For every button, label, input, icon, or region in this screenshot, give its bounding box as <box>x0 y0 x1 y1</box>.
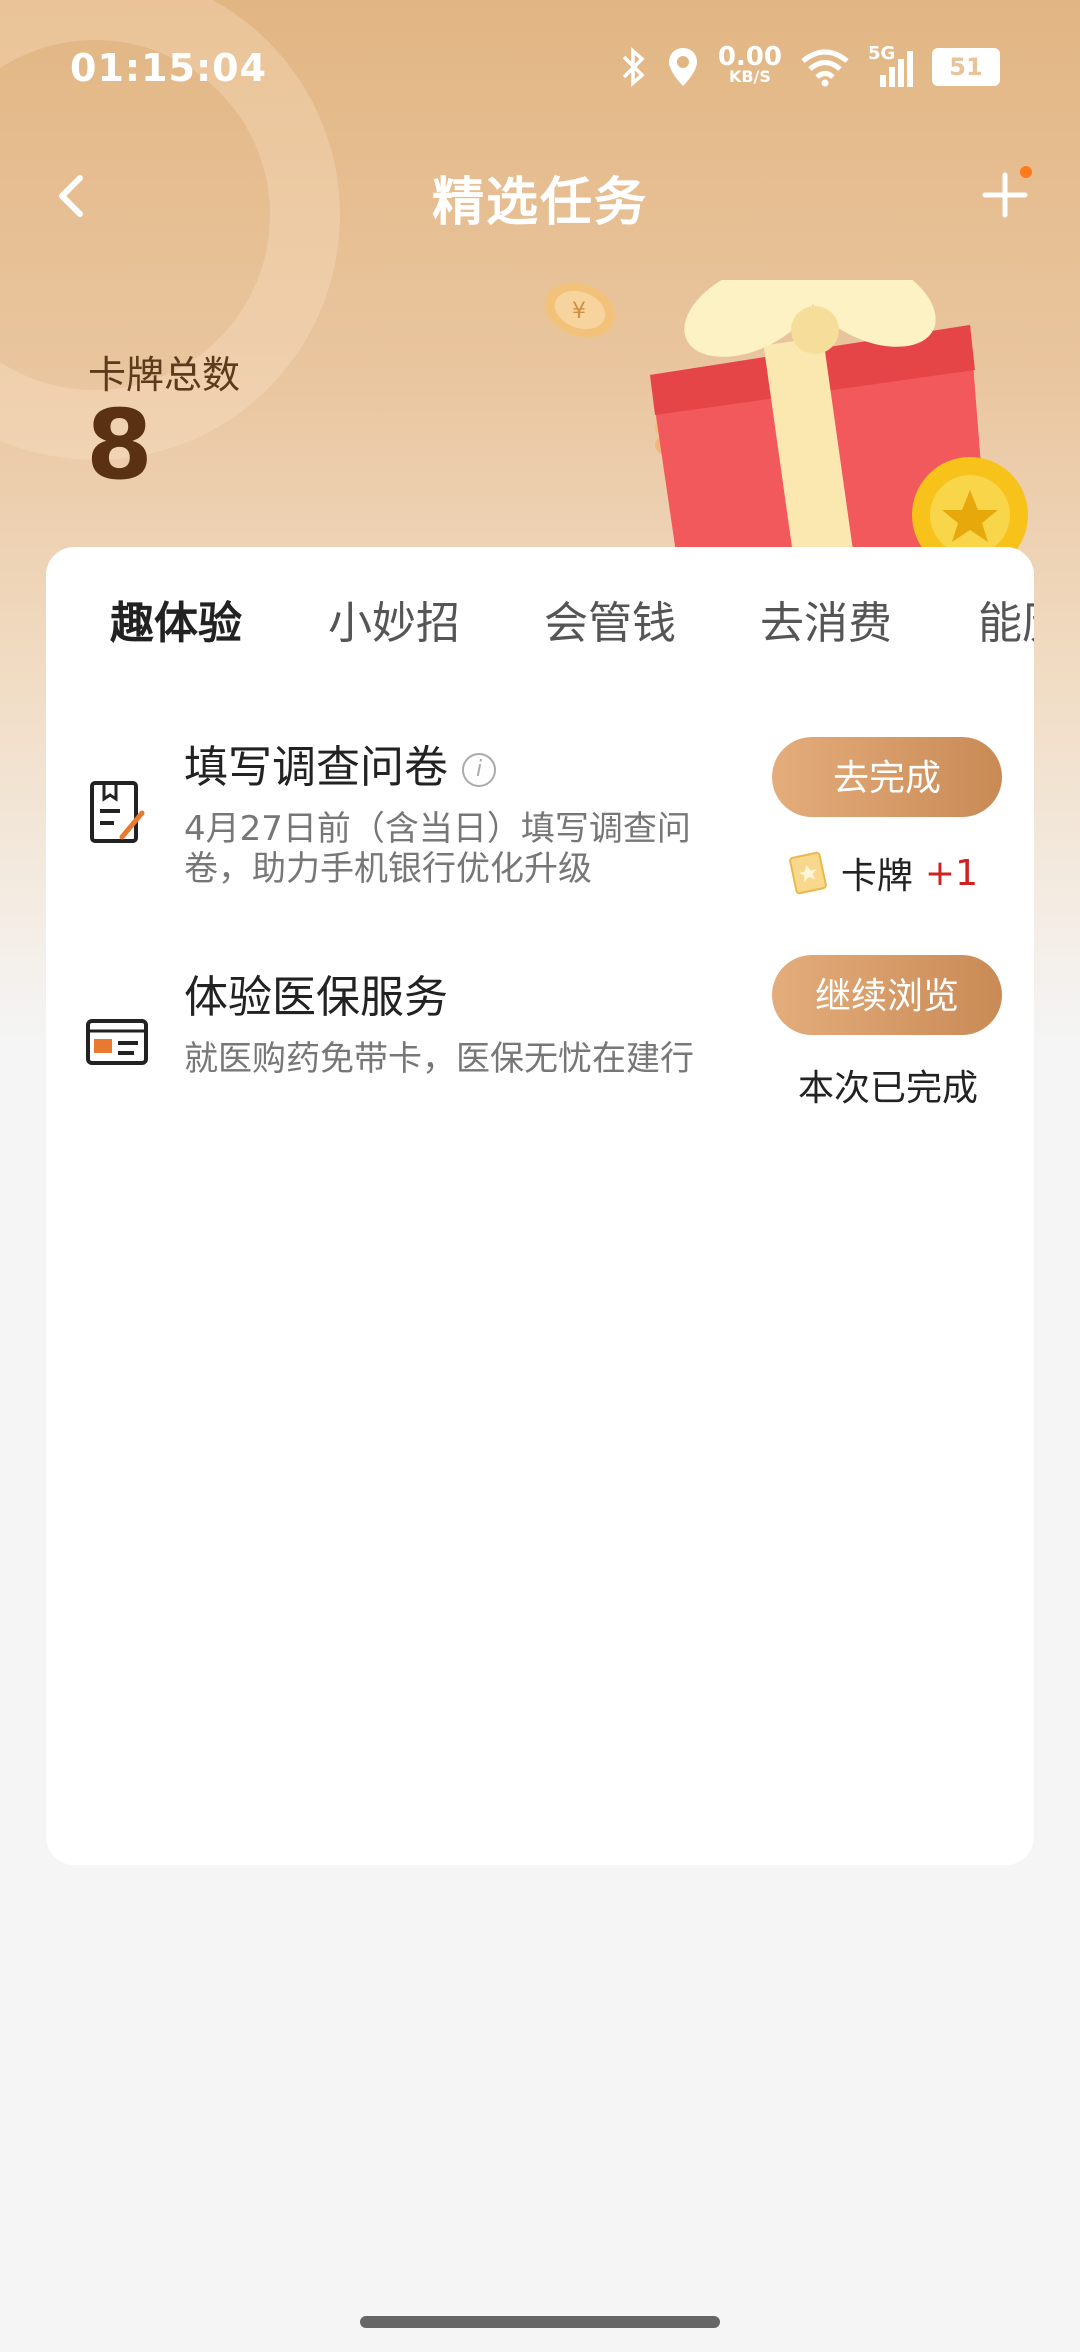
task-item-medical-insurance: 体验医保服务 就医购药免带卡，医保无忧在建行 继续浏览 本次已完成 <box>46 947 1034 1147</box>
notification-dot <box>1020 166 1032 178</box>
category-tabs: 趣体验 小妙招 会管钱 去消费 能历 <box>46 547 1034 687</box>
card-reward-icon <box>789 851 827 895</box>
tab-more[interactable]: 能历 <box>978 587 1034 651</box>
task-description: 就医购药免带卡，医保无忧在建行 <box>184 1039 694 1079</box>
complete-button[interactable]: 去完成 <box>772 737 1002 817</box>
task-item-survey: 填写调查问卷 i 4月27日前（含当日）填写调查问 卷，助力手机银行优化升级 去完… <box>46 717 1034 917</box>
bluetooth-icon <box>622 47 645 87</box>
status-time: 01:15:04 <box>70 46 268 90</box>
cellular-signal-icon: 5G <box>868 43 914 87</box>
task-title: 填写调查问卷 i <box>184 731 496 795</box>
svg-text:¥: ¥ <box>572 299 586 324</box>
add-button[interactable] <box>970 160 1040 230</box>
task-description: 4月27日前（含当日）填写调查问 卷，助力手机银行优化升级 <box>184 809 691 889</box>
reward-badge: 卡牌 +1 <box>789 847 978 899</box>
task-panel: 趣体验 小妙招 会管钱 去消费 能历 填写调查问卷i 4月27日前（含当日）填写… <box>46 547 1034 1865</box>
wifi-icon <box>801 49 849 87</box>
survey-form-icon <box>90 781 145 843</box>
insurance-card-icon <box>86 1019 148 1065</box>
home-indicator[interactable] <box>360 2316 720 2328</box>
status-bar: 01:15:04 0.00 KB/S 5G 51 <box>0 0 1080 140</box>
page-title: 精选任务 <box>431 173 648 233</box>
tab-fun-experience[interactable]: 趣体验 <box>110 587 242 651</box>
tab-consumption[interactable]: 去消费 <box>760 587 892 651</box>
tab-money-management[interactable]: 会管钱 <box>544 587 676 651</box>
task-title: 体验医保服务 <box>184 972 448 1023</box>
tab-tips[interactable]: 小妙招 <box>328 587 460 651</box>
battery-icon: 51 <box>932 48 1000 86</box>
nav-bar: 精选任务 <box>0 140 1080 250</box>
gift-illustration-icon: ¥ <box>545 280 1028 580</box>
continue-browsing-button[interactable]: 继续浏览 <box>772 955 1002 1035</box>
net-speed: 0.00 KB/S <box>717 42 782 86</box>
status-icons: 0.00 KB/S 5G 51 <box>620 42 1000 92</box>
location-icon <box>668 48 697 86</box>
info-icon[interactable]: i <box>462 753 496 787</box>
card-total-count: 8 <box>86 389 153 501</box>
task-status: 本次已完成 <box>797 1068 978 1109</box>
